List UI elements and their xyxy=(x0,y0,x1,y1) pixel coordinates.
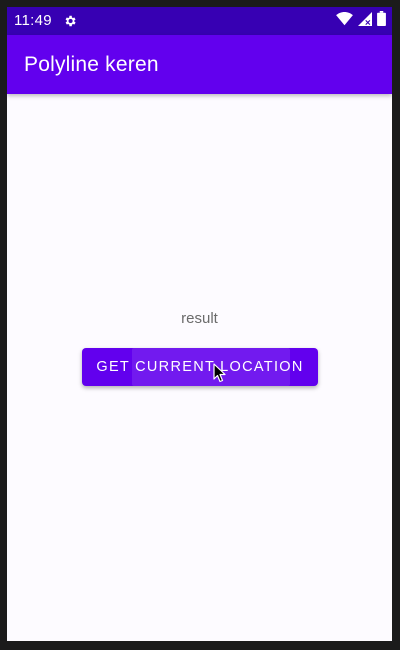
status-time: 11:49 xyxy=(14,12,52,29)
get-current-location-button[interactable]: GET CURRENT LOCATION xyxy=(82,348,318,386)
status-icons xyxy=(336,11,386,31)
status-bar: 11:49 xyxy=(7,7,392,35)
wifi-icon xyxy=(336,11,353,31)
result-text: result xyxy=(181,310,218,327)
mouse-pointer-icon xyxy=(213,363,227,383)
settings-gear-icon xyxy=(63,14,77,28)
app-bar: Polyline keren xyxy=(7,35,392,94)
signal-icon xyxy=(358,11,372,31)
app-title: Polyline keren xyxy=(24,53,159,76)
phone-screen: 11:49 Polyline keren result GET CURRENT … xyxy=(7,7,392,641)
button-label: GET CURRENT LOCATION xyxy=(96,359,304,375)
battery-icon xyxy=(377,11,386,31)
